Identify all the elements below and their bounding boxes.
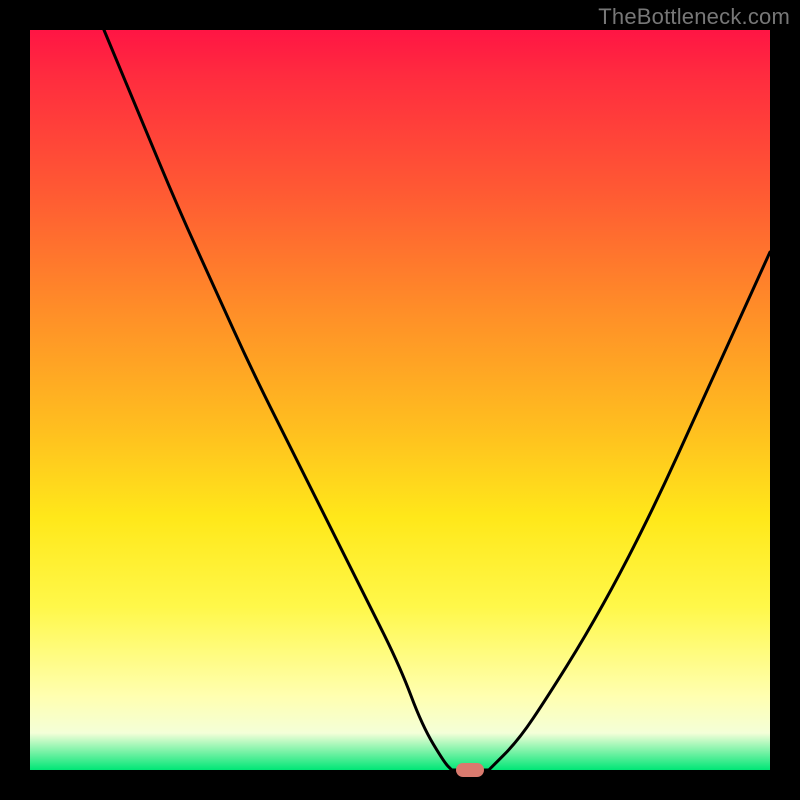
plot-area <box>30 30 770 770</box>
bottleneck-curve <box>104 30 770 770</box>
curve-svg <box>30 30 770 770</box>
chart-frame: TheBottleneck.com <box>0 0 800 800</box>
optimum-marker <box>456 763 484 777</box>
watermark-text: TheBottleneck.com <box>598 4 790 30</box>
